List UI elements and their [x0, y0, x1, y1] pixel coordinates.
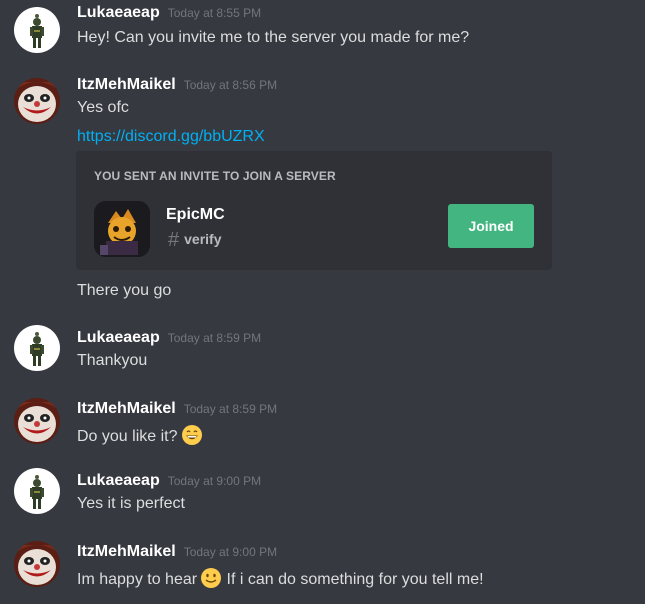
avatar[interactable] — [14, 541, 60, 587]
username[interactable]: ItzMehMaikel — [77, 400, 176, 417]
message-header: ItzMehMaikel Today at 8:59 PM — [77, 400, 277, 418]
message-text: Im happy to hear — [77, 571, 198, 588]
message-text-line: Im happy to hear If i can do something f… — [77, 567, 484, 589]
message-text: Do you like it? — [77, 428, 178, 445]
channel: # verify — [168, 229, 221, 252]
message-link-line: https://discord.gg/bbUZRX — [77, 128, 265, 146]
server-icon[interactable] — [94, 201, 150, 257]
message-header: ItzMehMaikel Today at 8:56 PM — [77, 76, 277, 94]
message-text-line: Do you like it? — [77, 424, 203, 446]
username[interactable]: ItzMehMaikel — [77, 76, 176, 93]
message-text: Thankyou — [77, 352, 148, 369]
timestamp: Today at 8:59 PM — [183, 402, 278, 416]
message-header: Lukaeaeap Today at 9:00 PM — [77, 472, 261, 490]
invite-link[interactable]: https://discord.gg/bbUZRX — [77, 128, 265, 145]
avatar[interactable] — [14, 78, 60, 124]
grinning-emoji-icon — [181, 424, 203, 446]
avatar[interactable] — [14, 7, 60, 53]
server-name: EpicMC — [166, 206, 225, 223]
message-text: There you go — [77, 282, 172, 299]
message-header: ItzMehMaikel Today at 9:00 PM — [77, 543, 277, 561]
message-text: Yes ofc — [77, 99, 129, 116]
message-text: Yes it is perfect — [77, 495, 185, 512]
message-text: If i can do something for you tell me! — [226, 571, 484, 588]
slight-smile-emoji-icon — [200, 567, 222, 589]
timestamp: Today at 9:00 PM — [167, 474, 262, 488]
hash-icon: # — [168, 229, 180, 251]
joined-button[interactable]: Joined — [448, 204, 534, 248]
message-header: Lukaeaeap Today at 8:59 PM — [77, 329, 261, 347]
avatar[interactable] — [14, 468, 60, 514]
message-header: Lukaeaeap Today at 8:55 PM — [77, 4, 261, 22]
username[interactable]: Lukaeaeap — [77, 329, 160, 346]
username[interactable]: Lukaeaeap — [77, 4, 160, 21]
username[interactable]: Lukaeaeap — [77, 472, 160, 489]
timestamp: Today at 8:55 PM — [167, 6, 262, 20]
invite-embed: YOU SENT AN INVITE TO JOIN A SERVER Epic… — [76, 151, 552, 270]
timestamp: Today at 9:00 PM — [183, 545, 278, 559]
message-text: Hey! Can you invite me to the server you… — [77, 29, 470, 46]
invite-heading: YOU SENT AN INVITE TO JOIN A SERVER — [94, 169, 336, 183]
avatar[interactable] — [14, 398, 60, 444]
avatar[interactable] — [14, 325, 60, 371]
channel-name: verify — [184, 231, 222, 247]
timestamp: Today at 8:59 PM — [167, 331, 262, 345]
username[interactable]: ItzMehMaikel — [77, 543, 176, 560]
timestamp: Today at 8:56 PM — [183, 78, 278, 92]
